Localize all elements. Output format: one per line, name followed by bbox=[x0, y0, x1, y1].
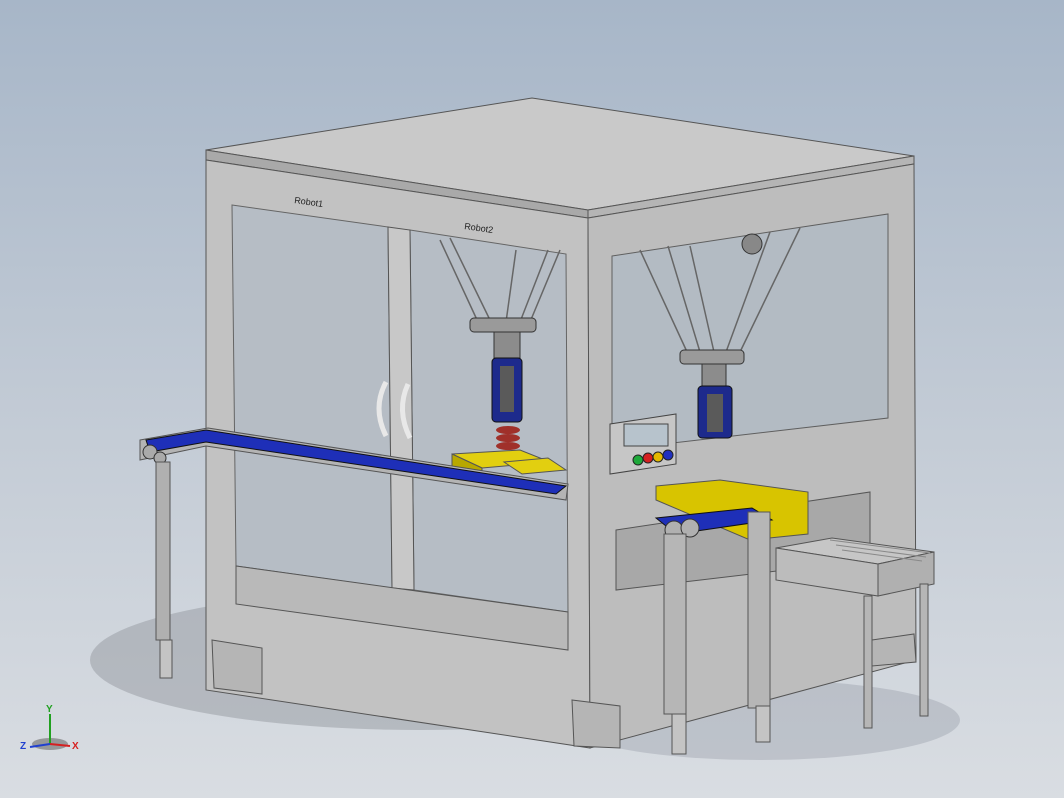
start-button[interactable] bbox=[632, 454, 644, 466]
reset-button[interactable] bbox=[652, 451, 664, 463]
x-axis-label: X bbox=[72, 741, 79, 752]
stop-button[interactable] bbox=[642, 452, 654, 464]
machine-model: Robot1 Robot2 Y X Z bbox=[20, 97, 960, 760]
leg-back-right bbox=[871, 633, 917, 667]
y-axis-label: Y bbox=[46, 704, 53, 715]
leg-front-right bbox=[571, 699, 621, 749]
z-axis-label: Z bbox=[20, 741, 26, 752]
cad-viewport[interactable]: Robot1 Robot2 Y X Z bbox=[0, 0, 1064, 798]
control-panel bbox=[609, 413, 677, 475]
front-glass-left bbox=[231, 204, 393, 589]
coordinate-triad: Y X Z bbox=[20, 704, 79, 752]
leg-front-left bbox=[211, 639, 263, 695]
mode-button[interactable] bbox=[662, 449, 674, 461]
